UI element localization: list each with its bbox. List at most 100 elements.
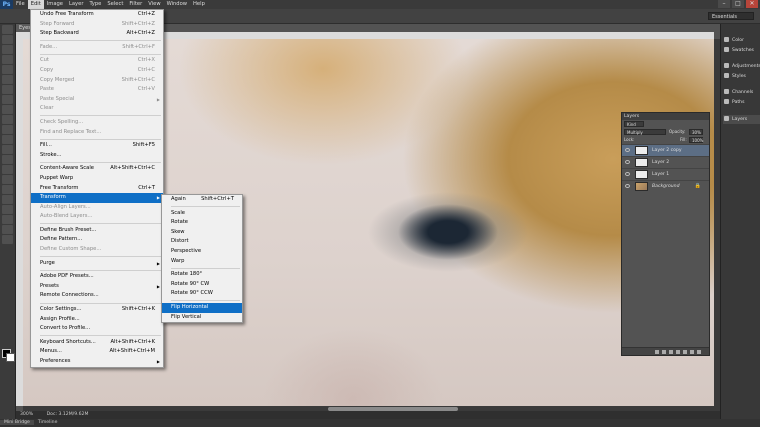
menu-item-warp[interactable]: Warp xyxy=(162,257,242,267)
tool-button-20[interactable] xyxy=(2,215,13,224)
menu-item-rotate-180[interactable]: Rotate 180° xyxy=(162,270,242,280)
menu-item-menus[interactable]: Menus... Alt+Shift+Ctrl+M xyxy=(31,347,163,357)
menu-file[interactable]: File xyxy=(13,0,28,9)
opacity-field[interactable]: 30% xyxy=(689,129,703,135)
menu-view[interactable]: View xyxy=(145,0,163,9)
menu-item-rotate-90-ccw[interactable]: Rotate 90° CCW xyxy=(162,289,242,299)
menu-item-define-custom-shape[interactable]: Define Custom Shape... xyxy=(31,245,163,255)
menu-item-again[interactable]: Again Shift+Ctrl+T xyxy=(162,195,242,205)
tool-button-9[interactable] xyxy=(2,105,13,114)
tool-button-6[interactable] xyxy=(2,75,13,84)
tool-button-21[interactable] xyxy=(2,225,13,234)
menu-help[interactable]: Help xyxy=(190,0,208,9)
layer-row[interactable]: Layer 2 xyxy=(622,156,709,168)
close-button[interactable]: ✕ xyxy=(746,0,758,8)
trash-icon[interactable] xyxy=(697,349,701,354)
menu-item-undo-free-transform[interactable]: Undo Free Transform Ctrl+Z xyxy=(31,10,163,20)
tool-button-13[interactable] xyxy=(2,145,13,154)
layer-kind-filter[interactable]: Kind xyxy=(624,121,644,127)
maximize-button[interactable]: □ xyxy=(732,0,744,8)
menu-item-distort[interactable]: Distort xyxy=(162,237,242,247)
menu-item-content-aware-scale[interactable]: Content-Aware Scale Alt+Shift+Ctrl+C xyxy=(31,164,163,174)
menu-item-step-forward[interactable]: Step Forward Shift+Ctrl+Z xyxy=(31,20,163,30)
mask-icon[interactable] xyxy=(669,349,673,354)
layer-row[interactable]: Background 🔒 xyxy=(622,180,709,192)
tool-button-14[interactable] xyxy=(2,155,13,164)
menu-item-scale[interactable]: Scale xyxy=(162,209,242,219)
tool-button-17[interactable] xyxy=(2,185,13,194)
layer-name[interactable]: Background xyxy=(652,181,680,192)
menu-select[interactable]: Select xyxy=(104,0,126,9)
adjustment-layer-icon[interactable] xyxy=(676,349,680,354)
tool-button-5[interactable] xyxy=(2,65,13,74)
menu-image[interactable]: Image xyxy=(44,0,66,9)
menu-edit[interactable]: Edit xyxy=(27,0,44,9)
dock-item-styles[interactable]: Styles xyxy=(723,72,760,81)
layer-name[interactable]: Layer 2 copy xyxy=(652,145,682,156)
tool-button-4[interactable] xyxy=(2,55,13,64)
tool-button-10[interactable] xyxy=(2,115,13,124)
menu-item-keyboard-shortcuts[interactable]: Keyboard Shortcuts... Alt+Shift+Ctrl+K xyxy=(31,338,163,348)
tool-button-1[interactable] xyxy=(2,25,13,34)
tool-button-7[interactable] xyxy=(2,85,13,94)
menu-item-assign-profile[interactable]: Assign Profile... xyxy=(31,315,163,325)
menu-item-auto-align-layers[interactable]: Auto-Align Layers... xyxy=(31,203,163,213)
layer-row[interactable]: Layer 2 copy xyxy=(622,144,709,156)
menu-item-flip-vertical[interactable]: Flip Vertical xyxy=(162,313,242,323)
menu-item-copy-merged[interactable]: Copy Merged Shift+Ctrl+C xyxy=(31,76,163,86)
zoom-level[interactable]: 300% xyxy=(16,412,37,417)
background-color-swatch[interactable] xyxy=(6,353,15,362)
menu-item-preferences[interactable]: Preferences ▶ xyxy=(31,357,163,367)
menu-item-convert-to-profile[interactable]: Convert to Profile... xyxy=(31,324,163,334)
tool-button-18[interactable] xyxy=(2,195,13,204)
menu-item-clear[interactable]: Clear xyxy=(31,104,163,114)
tool-button-19[interactable] xyxy=(2,205,13,214)
dock-item-paths[interactable]: Paths xyxy=(723,98,760,107)
menu-item-flip-horizontal[interactable]: Flip Horizontal xyxy=(162,302,242,313)
menu-item-copy[interactable]: Copy Ctrl+C xyxy=(31,66,163,76)
dock-item-color[interactable]: Color xyxy=(723,36,760,45)
menu-item-define-brush-preset[interactable]: Define Brush Preset... xyxy=(31,226,163,236)
menu-item-auto-blend-layers[interactable]: Auto-Blend Layers... xyxy=(31,212,163,222)
tool-button-15[interactable] xyxy=(2,165,13,174)
tool-button-16[interactable] xyxy=(2,175,13,184)
tool-button-3[interactable] xyxy=(2,45,13,54)
fill-field[interactable]: 100% xyxy=(689,137,703,143)
visibility-eye-icon[interactable] xyxy=(625,184,630,188)
menu-item-adobe-pdf-presets[interactable]: Adobe PDF Presets... xyxy=(31,272,163,282)
menu-item-free-transform[interactable]: Free Transform Ctrl+T xyxy=(31,184,163,194)
menu-type[interactable]: Type xyxy=(86,0,104,9)
menu-item-define-pattern[interactable]: Define Pattern... xyxy=(31,235,163,245)
menu-item-paste[interactable]: Paste Ctrl+V xyxy=(31,85,163,95)
tool-button-2[interactable] xyxy=(2,35,13,44)
menu-item-find-and-replace-text[interactable]: Find and Replace Text... xyxy=(31,128,163,138)
tool-button-12[interactable] xyxy=(2,135,13,144)
group-icon[interactable] xyxy=(683,349,687,354)
menu-layer[interactable]: Layer xyxy=(66,0,86,9)
link-layers-icon[interactable] xyxy=(655,349,659,354)
dock-item-adjustments[interactable]: Adjustments xyxy=(723,62,760,71)
tool-button-8[interactable] xyxy=(2,95,13,104)
menu-item-transform[interactable]: Transform ▶ xyxy=(31,193,163,203)
menu-item-step-backward[interactable]: Step Backward Alt+Ctrl+Z xyxy=(31,29,163,39)
layer-name[interactable]: Layer 1 xyxy=(652,169,669,180)
menu-item-perspective[interactable]: Perspective xyxy=(162,247,242,257)
dock-item-channels[interactable]: Channels xyxy=(723,88,760,97)
menu-item-puppet-warp[interactable]: Puppet Warp xyxy=(31,174,163,184)
menu-window[interactable]: Window xyxy=(164,0,190,9)
fx-icon[interactable] xyxy=(662,349,666,354)
menu-filter[interactable]: Filter xyxy=(126,0,145,9)
blend-mode-select[interactable]: Multiply xyxy=(624,129,666,135)
tool-button-11[interactable] xyxy=(2,125,13,134)
minimize-button[interactable]: – xyxy=(718,0,730,8)
menu-item-paste-special[interactable]: Paste Special ▶ xyxy=(31,95,163,105)
menu-item-remote-connections[interactable]: Remote Connections... xyxy=(31,291,163,301)
menu-item-presets[interactable]: Presets ▶ xyxy=(31,282,163,292)
visibility-eye-icon[interactable] xyxy=(625,160,630,164)
tool-button-22[interactable] xyxy=(2,235,13,244)
workspace-switcher[interactable]: Essentials xyxy=(708,12,754,20)
menu-item-purge[interactable]: Purge ▶ xyxy=(31,259,163,269)
menu-item-rotate[interactable]: Rotate xyxy=(162,218,242,228)
menu-item-fade[interactable]: Fade... Shift+Ctrl+F xyxy=(31,43,163,53)
dock-item-swatches[interactable]: Swatches xyxy=(723,46,760,55)
